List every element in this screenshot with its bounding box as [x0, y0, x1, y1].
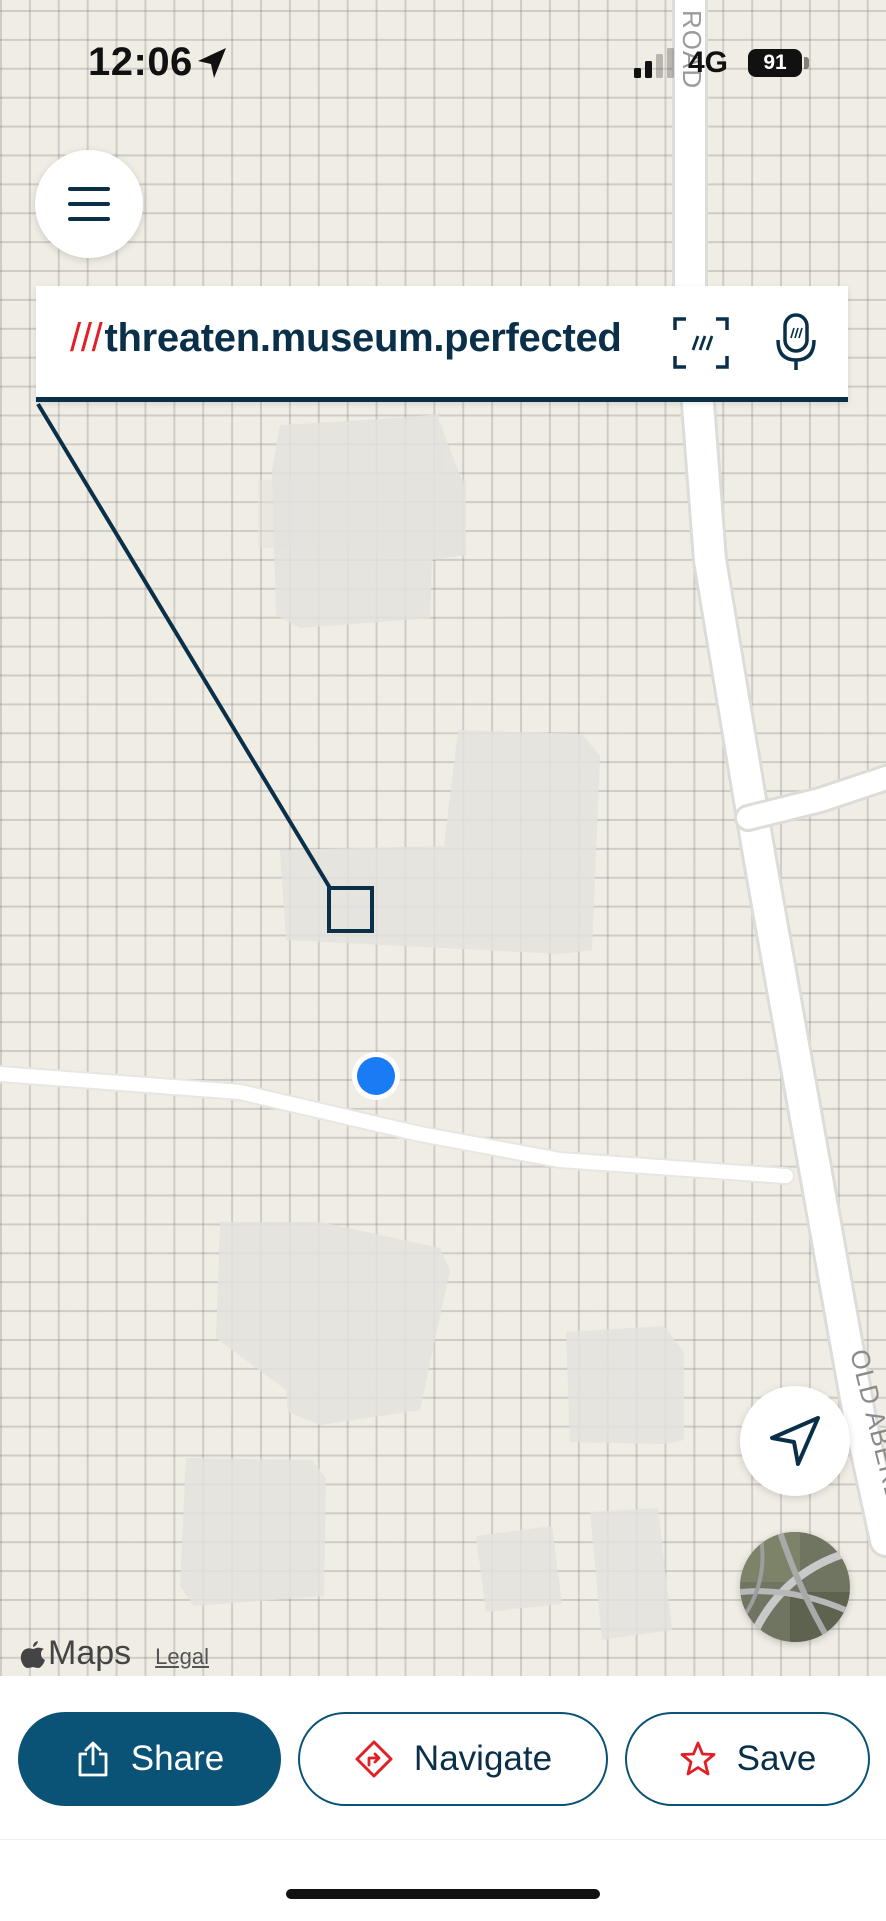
legal-link[interactable]: Legal: [155, 1644, 209, 1670]
battery-indicator: 91: [748, 49, 802, 77]
hamburger-icon: [68, 187, 110, 221]
status-time: 12:06: [88, 40, 193, 84]
status-bar: 12:06 4G 91: [0, 0, 886, 130]
microphone-icon: [776, 313, 816, 370]
navigation-arrow-icon: [770, 1416, 820, 1466]
w3w-address-text: threaten.museum.perfected: [104, 316, 622, 360]
navigate-button[interactable]: Navigate: [298, 1712, 608, 1806]
scan-button[interactable]: [672, 316, 730, 370]
road: [672, 0, 886, 1558]
building: [216, 1222, 450, 1425]
building: [590, 1508, 672, 1640]
directions-diamond-icon: [355, 1740, 393, 1778]
address-search-bar[interactable]: ///threaten.museum.perfected: [36, 286, 848, 402]
current-location-button[interactable]: [740, 1386, 850, 1496]
w3w-slashes: ///: [70, 316, 103, 360]
battery-level: 91: [763, 51, 787, 74]
share-label: Share: [130, 1739, 225, 1778]
save-label: Save: [736, 1739, 817, 1778]
cellular-signal-icon: [634, 48, 674, 78]
apple-logo-icon: [20, 1640, 45, 1668]
maps-label: Maps: [48, 1634, 132, 1672]
voice-search-button[interactable]: [774, 312, 818, 374]
satellite-thumbnail-icon: [740, 1532, 850, 1642]
building: [180, 1458, 326, 1606]
battery-nub: [804, 57, 809, 69]
building: [476, 1526, 562, 1612]
home-indicator[interactable]: [286, 1889, 600, 1899]
save-button[interactable]: Save: [625, 1712, 870, 1806]
location-services-icon: [198, 48, 226, 78]
network-type: 4G: [688, 46, 729, 79]
navigate-label: Navigate: [413, 1739, 553, 1778]
satellite-view-button[interactable]: [740, 1532, 850, 1642]
building: [566, 1326, 684, 1444]
scan-icon: [673, 317, 729, 369]
menu-button[interactable]: [35, 150, 143, 258]
share-icon: [78, 1741, 108, 1777]
maps-attribution: Maps Legal: [20, 1634, 209, 1673]
w3w-address[interactable]: ///threaten.museum.perfected: [70, 316, 622, 361]
star-icon: [680, 1741, 716, 1776]
share-button[interactable]: Share: [18, 1712, 281, 1806]
action-toolbar: Share Navigate Save: [0, 1676, 886, 1840]
